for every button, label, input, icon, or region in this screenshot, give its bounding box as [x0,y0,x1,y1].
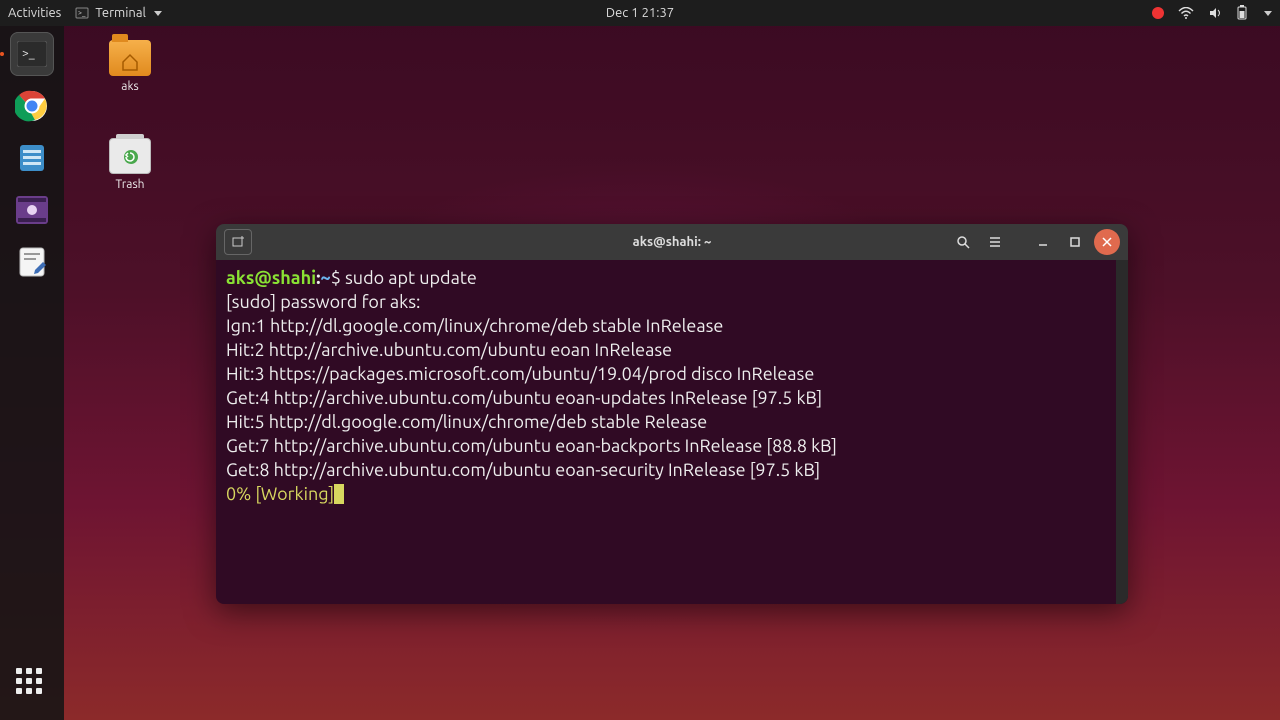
folder-home-icon [109,40,151,76]
dock: >_ [0,26,64,720]
search-icon [956,235,970,249]
desktop-home-folder[interactable]: aks [90,40,170,93]
terminal-titlebar[interactable]: aks@shahi: ~ [216,224,1128,260]
chevron-down-icon [154,11,162,16]
search-button[interactable] [950,229,976,255]
hamburger-icon [988,235,1002,249]
terminal-title: aks@shahi: ~ [633,235,712,249]
new-tab-icon [231,235,245,249]
terminal-body[interactable]: aks@shahi:~$ sudo apt update [sudo] pass… [216,260,1128,604]
dock-chrome[interactable] [10,84,54,128]
app-menu[interactable]: >_ Terminal [75,6,162,20]
prompt-path: ~ [321,268,331,288]
close-icon [1101,236,1113,248]
close-button[interactable] [1094,229,1120,255]
new-tab-button[interactable] [224,229,252,255]
terminal-line: Get:7 http://archive.ubuntu.com/ubuntu e… [226,436,837,456]
activities-button[interactable]: Activities [8,6,61,20]
maximize-icon [1069,236,1081,248]
terminal-icon: >_ [75,6,89,20]
chrome-icon [15,89,49,123]
app-menu-label: Terminal [95,6,146,20]
dock-terminal[interactable]: >_ [10,32,54,76]
svg-text:>_: >_ [22,47,35,60]
terminal-line: Get:4 http://archive.ubuntu.com/ubuntu e… [226,388,822,408]
apps-grid-icon [16,668,48,700]
terminal-line: Hit:5 http://dl.google.com/linux/chrome/… [226,412,707,432]
terminal-line: [sudo] password for aks: [226,292,425,312]
dock-video[interactable] [10,188,54,232]
dock-files[interactable] [10,136,54,180]
terminal-line: Hit:3 https://packages.microsoft.com/ubu… [226,364,814,384]
files-icon [17,142,47,174]
screen-record-icon[interactable] [1152,7,1164,19]
video-icon [16,196,48,224]
battery-icon[interactable] [1236,5,1248,21]
svg-text:>_: >_ [78,9,86,17]
trash-icon [109,138,151,174]
terminal-line: Ign:1 http://dl.google.com/linux/chrome/… [226,316,723,336]
terminal-line: Get:8 http://archive.ubuntu.com/ubuntu e… [226,460,820,480]
minimize-icon [1037,236,1049,248]
desktop-trash-label: Trash [90,178,170,191]
command-text: sudo apt update [345,268,477,288]
system-menu-chevron-icon[interactable] [1264,11,1272,16]
dock-show-apps[interactable] [10,662,54,706]
minimize-button[interactable] [1030,229,1056,255]
menu-button[interactable] [982,229,1008,255]
terminal-line: Hit:2 http://archive.ubuntu.com/ubuntu e… [226,340,672,360]
prompt-dollar: $ [331,268,345,288]
maximize-button[interactable] [1062,229,1088,255]
text-editor-icon [17,246,47,278]
cursor [334,484,344,504]
progress-line: 0% [Working] [226,484,334,504]
desktop-home-label: aks [90,80,170,93]
terminal-icon: >_ [17,41,47,67]
wifi-icon[interactable] [1178,7,1194,19]
clock[interactable]: Dec 1 21:37 [606,6,674,20]
desktop-trash[interactable]: Trash [90,138,170,191]
prompt-user: aks@shahi [226,268,316,288]
dock-text-editor[interactable] [10,240,54,284]
terminal-window: aks@shahi: ~ aks@shahi:~$ sudo apt updat… [216,224,1128,604]
top-bar: Activities >_ Terminal Dec 1 21:37 [0,0,1280,26]
volume-icon[interactable] [1208,6,1222,20]
